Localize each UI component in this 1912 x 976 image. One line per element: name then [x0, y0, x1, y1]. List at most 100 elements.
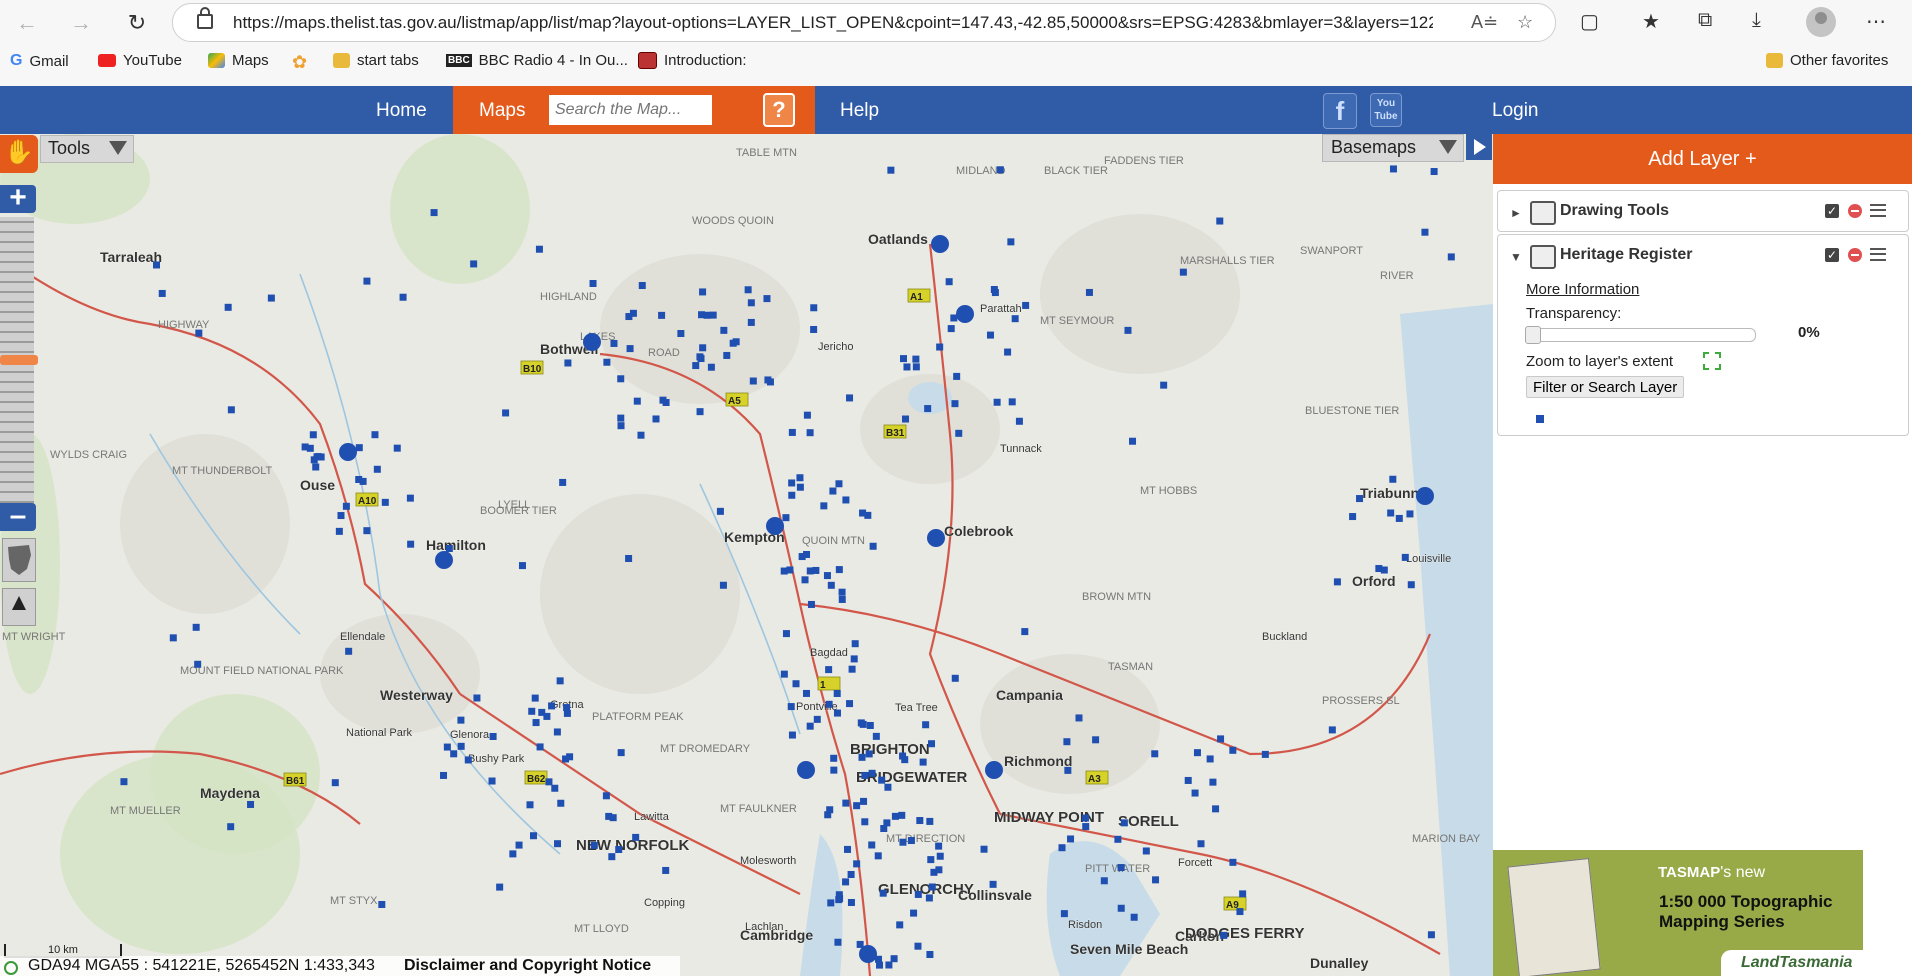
heritage-marker [955, 429, 963, 437]
favorite-star-icon[interactable]: ☆ [1517, 12, 1533, 33]
north-arrow-icon[interactable]: ▲ [2, 588, 36, 626]
layer-header[interactable]: ▼ Heritage Register ✓ [1498, 235, 1908, 275]
heritage-marker [825, 666, 833, 674]
search-icon[interactable] [718, 100, 736, 118]
disclaimer-link[interactable]: Disclaimer and Copyright Notice [404, 957, 651, 975]
zoom-in-button[interactable]: + [0, 183, 36, 213]
heritage-marker [1081, 814, 1089, 822]
heritage-marker [1427, 931, 1435, 939]
back-arrow-icon[interactable]: ← [10, 8, 44, 38]
more-information-link[interactable]: More Information [1526, 281, 1639, 298]
terrain-label: MT HOBBS [1140, 485, 1197, 497]
url-text[interactable]: https://maps.thelist.tas.gov.au/listmap/… [233, 13, 1433, 33]
heritage-marker [868, 841, 876, 849]
layer-menu-icon[interactable] [1870, 204, 1886, 217]
heritage-marker [1151, 750, 1159, 758]
heritage-marker [824, 811, 832, 819]
ad-brand: TASMAP's new [1658, 864, 1766, 881]
map-canvas[interactable]: Tarraleah Bothwell Oatlands Parattah Jericho… [0, 134, 1493, 976]
layer-heritage-register[interactable]: ▼ Heritage Register ✓ More Information T… [1497, 234, 1909, 436]
favorites-icon[interactable]: ★ [1642, 9, 1660, 34]
profile-avatar[interactable] [1806, 7, 1836, 37]
help-question-icon[interactable]: ? [763, 93, 795, 127]
map-thumbnail [1507, 858, 1601, 976]
reader-view-icon[interactable]: ▢ [1580, 9, 1599, 34]
layer-visibility-checkbox[interactable]: ✓ [1825, 248, 1839, 262]
heritage-marker [720, 326, 728, 334]
heritage-marker [947, 325, 955, 333]
zoom-extent-icon[interactable] [1703, 352, 1721, 370]
refresh-icon[interactable]: ↻ [120, 8, 154, 38]
heritage-marker [835, 891, 843, 899]
heritage-marker [847, 870, 855, 878]
collapse-arrow-icon[interactable]: ▼ [1510, 250, 1522, 264]
map-search-input[interactable] [549, 95, 712, 125]
slider-handle[interactable] [1525, 326, 1541, 344]
nav-help[interactable]: Help [840, 100, 879, 122]
tasmap-advert[interactable]: TASMAP's new 1:50 000 Topographic Mappin… [1493, 850, 1863, 976]
bookmark-flower[interactable]: ✿ [292, 52, 307, 73]
heritage-marker [951, 674, 959, 682]
heritage-marker [696, 408, 704, 416]
zoom-slider-knob[interactable] [0, 355, 38, 365]
heritage-marker [1064, 766, 1072, 774]
bookmark-start-tabs[interactable]: start tabs [333, 52, 419, 69]
heritage-marker [529, 832, 537, 840]
more-menu-icon[interactable]: ⋯ [1866, 9, 1886, 34]
tasmania-extent-icon[interactable] [2, 538, 36, 582]
heritage-marker [848, 665, 856, 673]
lock-icon[interactable] [197, 7, 213, 29]
bookmark-youtube[interactable]: YouTube [98, 52, 182, 69]
heritage-marker [986, 331, 994, 339]
filter-search-layer-button[interactable]: Filter or Search Layer [1526, 376, 1685, 398]
facebook-icon[interactable]: f [1323, 93, 1357, 129]
layer-drawing-tools[interactable]: ► Drawing Tools ✓ [1497, 190, 1909, 232]
basemaps-dropdown[interactable]: Basemaps [1322, 134, 1464, 162]
bookmark-other-favorites[interactable]: Other favorites [1766, 52, 1888, 69]
heritage-marker [464, 756, 472, 764]
transparency-slider[interactable] [1525, 326, 1756, 344]
remove-layer-icon[interactable] [1848, 248, 1862, 262]
layer-menu-icon[interactable] [1870, 248, 1886, 261]
heritage-marker [835, 480, 843, 488]
heritage-marker [1007, 238, 1015, 246]
layer-visibility-checkbox[interactable]: ✓ [1825, 204, 1839, 218]
heritage-marker [951, 400, 959, 408]
place-label: Glenora [450, 729, 490, 741]
heritage-marker [590, 841, 598, 849]
heritage-marker [936, 343, 944, 351]
panel-toggle-arrow-icon[interactable] [1466, 134, 1492, 160]
heritage-marker [195, 329, 203, 337]
read-aloud-icon[interactable]: A≐ [1471, 12, 1498, 33]
bookmark-maps[interactable]: Maps [208, 52, 269, 69]
heritage-marker [1328, 726, 1336, 734]
place-label: Westerway [380, 687, 453, 703]
layer-header[interactable]: ► Drawing Tools ✓ [1498, 191, 1908, 231]
youtube-social-icon[interactable]: You Tube [1370, 93, 1402, 127]
zoom-out-button[interactable]: – [0, 501, 36, 531]
terrain-label: MT DROMEDARY [660, 743, 751, 755]
expand-arrow-icon[interactable]: ► [1510, 206, 1522, 220]
downloads-icon[interactable]: ⤓ [1752, 9, 1761, 32]
bookmark-introduction[interactable]: Introduction: [638, 52, 747, 69]
add-layer-button[interactable]: Add Layer + [1493, 134, 1912, 184]
address-bar[interactable]: https://maps.thelist.tas.gov.au/listmap/… [172, 3, 1556, 42]
place-label: Bagdad [810, 647, 848, 659]
bookmark-gmail[interactable]: G Gmail [10, 52, 69, 70]
nav-login[interactable]: Login [1492, 100, 1539, 122]
heritage-marker [559, 478, 567, 486]
heritage-marker [543, 712, 551, 720]
heritage-cluster [1416, 487, 1434, 505]
pan-hand-icon[interactable]: ✋ [0, 135, 38, 173]
nav-home[interactable]: Home [376, 100, 427, 122]
heritage-marker [1142, 847, 1150, 855]
place-label: Jericho [818, 341, 853, 353]
heritage-marker [924, 405, 932, 413]
nav-maps-tab[interactable]: Maps ? [453, 86, 815, 134]
collections-icon[interactable]: ⧉ [1698, 9, 1712, 32]
remove-layer-icon[interactable] [1848, 204, 1862, 218]
road-shield-label: 1 [820, 680, 826, 691]
tools-dropdown[interactable]: Tools [40, 135, 134, 163]
bookmark-bbc-radio4[interactable]: BBC BBC Radio 4 - In Ou... [446, 52, 628, 69]
forward-arrow-icon[interactable]: → [64, 8, 98, 38]
